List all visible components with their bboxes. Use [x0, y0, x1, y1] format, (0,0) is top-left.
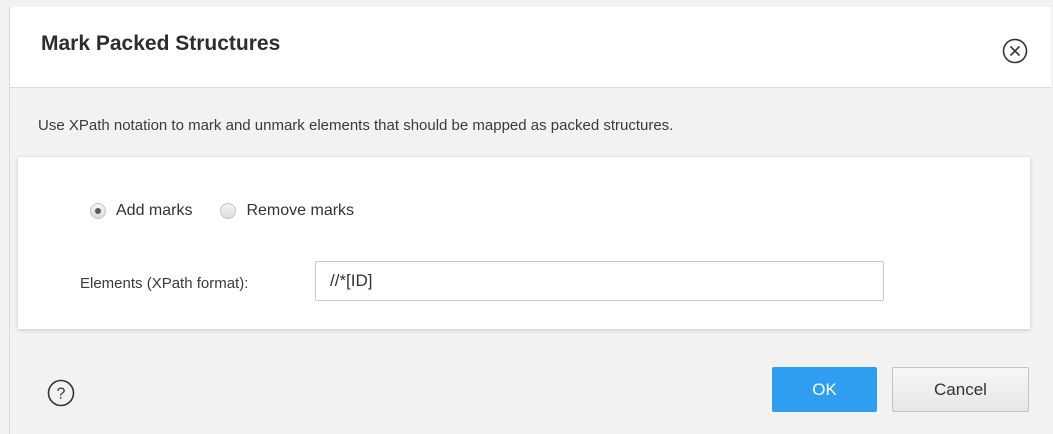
remove-marks-option[interactable]: Remove marks [220, 202, 354, 220]
svg-text:?: ? [57, 386, 66, 403]
close-button[interactable] [1002, 38, 1028, 64]
dialog-description: Use XPath notation to mark and unmark el… [38, 117, 674, 134]
help-circle-icon: ? [47, 379, 75, 407]
add-marks-option[interactable]: Add marks [90, 202, 192, 220]
help-button[interactable]: ? [47, 379, 75, 407]
add-marks-radio[interactable] [90, 203, 106, 219]
mark-packed-structures-dialog: Mark Packed Structures Use XPath notatio… [9, 7, 1051, 434]
dialog-header: Mark Packed Structures [10, 7, 1051, 88]
add-marks-label: Add marks [116, 202, 193, 219]
remove-marks-label: Remove marks [246, 202, 355, 219]
mark-mode-radio-group: Add marks Remove marks [90, 202, 354, 220]
remove-marks-radio[interactable] [220, 203, 237, 219]
dialog-title: Mark Packed Structures [41, 32, 281, 55]
cancel-button[interactable]: Cancel [892, 367, 1029, 412]
elements-xpath-input[interactable] [315, 261, 884, 301]
close-circle-icon [1002, 38, 1028, 64]
elements-field-label: Elements (XPath format): [80, 275, 249, 292]
mark-options-panel: Add marks Remove marks Elements (XPath f… [18, 157, 1030, 329]
ok-button[interactable]: OK [772, 367, 877, 412]
